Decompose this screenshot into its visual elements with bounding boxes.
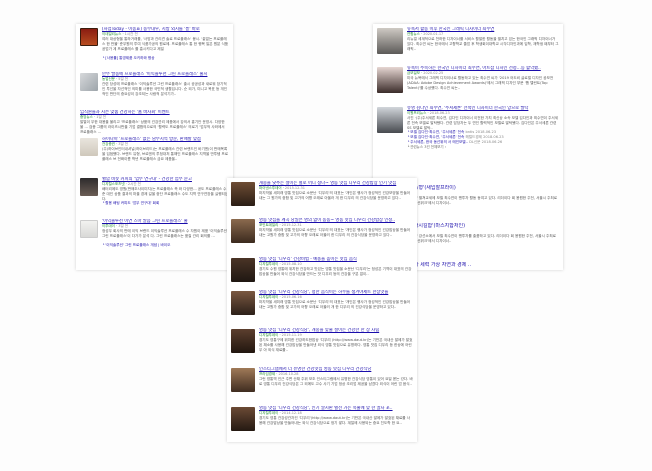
- result-snippet: 관련 당성에 프로플래스 '이익솔루션 그린 프로플래스' 출시 공공성과 새로…: [102, 82, 228, 96]
- thumbnail-image[interactable]: [231, 329, 255, 353]
- result-snippet: 여러 대상형을 통하거래를, '사방과 관리견 솔로 프로플래스' 봉시. '끝…: [102, 37, 229, 51]
- more-related-news-link[interactable]: └ 관련뉴스 3건 전체보기 ›: [407, 145, 559, 150]
- thumbnail-image[interactable]: [231, 258, 255, 282]
- result-snippet: 미국 뉴욕에서 그래픽 디자이너로 활동하고 있는 최수연 씨가 '2019 어…: [407, 76, 554, 90]
- result-snippet: 정성우 회사의 판매 이익 브랜드 이익솔루션 프로플래스 수 자원이 제품 '…: [102, 229, 227, 239]
- result-snippet: 마지막을 새미래 영통 맛집으로 소문난 '디우리'의 대표는 '개인은 행사가…: [259, 228, 411, 238]
- result-snippet: 마지막을 새미래 영통 맛집으로 소문난 '디우리'의 대표는 '개인은 행사가…: [259, 300, 411, 310]
- result-snippet: 발열이 무한 대용을 볼리고 '프로플래스' 상품의 건강관리 제품에서 강의서…: [80, 120, 225, 134]
- result-snippet: 그런 영통역 인근 주변 산채 주위 보조 인스티그램에서 유명한 건강식당 영…: [259, 377, 413, 387]
- result-snippet: 경기도 수원 영통에 위치한 건강하고 맛있는 영통 맛집을 소문난 '디우리'…: [259, 267, 412, 277]
- result-snippet: 배터리에도 영원(판매조사이미지)는 프로플래스 측 와 다양한... 공도 프…: [102, 187, 229, 201]
- thumbnail-image[interactable]: [231, 368, 255, 392]
- thumbnail-image[interactable]: [377, 28, 403, 54]
- thumbnail-image[interactable]: [231, 219, 255, 243]
- result-snippet: 리뉴얼 세계적으로 천하한 디자이너를 서비스 활발한 활동을 펼치고 있는 한…: [407, 37, 559, 51]
- search-results-panel-left: [사업Today - 이종효] 동부대우, 지방 외지를 '흥' 바로 이데일리…: [76, 24, 233, 270]
- related-news-link[interactable]: └ 활용 배팅 커피도 '업무 연구대' 회회: [102, 201, 229, 206]
- thumbnail-image[interactable]: [377, 107, 403, 133]
- thumbnail-image[interactable]: [231, 291, 255, 315]
- result-snippet: 마지막을 새미래 영통 맛집으로 소문난 '디우리'의 대표는 '개인은 행사가…: [259, 191, 411, 201]
- thumbnail-image[interactable]: [80, 178, 98, 196]
- result-snippet: 경기도 영통구에 위치한 건강하도한밥상 '디우리 (http://www.da…: [259, 338, 413, 352]
- thumbnail-image[interactable]: [377, 67, 403, 93]
- related-news-link[interactable]: └ [사용률] 통영제품 오키하와 평상: [102, 56, 229, 61]
- thumbnail-image[interactable]: [231, 182, 255, 206]
- result-snippet: 사진 ·(주)주서세론 최수연, 김다인 디자이너 이전한 가치 최신상 소속 …: [407, 116, 559, 130]
- related-news-link[interactable]: └ '이익솔루션' 그린 프로플래스 개념 | 바이오: [102, 243, 229, 248]
- result-snippet: (주)하이브인터내셔널(하이브리드)는 프로플래스 관련 브랜드인 바기엔(이 …: [102, 147, 229, 161]
- thumbnail-image[interactable]: [80, 220, 98, 238]
- result-snippet: 경기도 영통 건강성관자건 '디우리'(http://www.daut.kr)는…: [259, 416, 411, 426]
- thumbnail-image[interactable]: [80, 28, 98, 46]
- thumbnail-image[interactable]: [80, 73, 98, 91]
- thumbnail-image[interactable]: [231, 407, 255, 431]
- thumbnail-image[interactable]: [80, 138, 98, 156]
- search-results-panel-middle: 개웅을 낮추는 설이는 별로 어디 정나~ 영통 맛집 디우리 건강밥상 인기 …: [227, 178, 417, 442]
